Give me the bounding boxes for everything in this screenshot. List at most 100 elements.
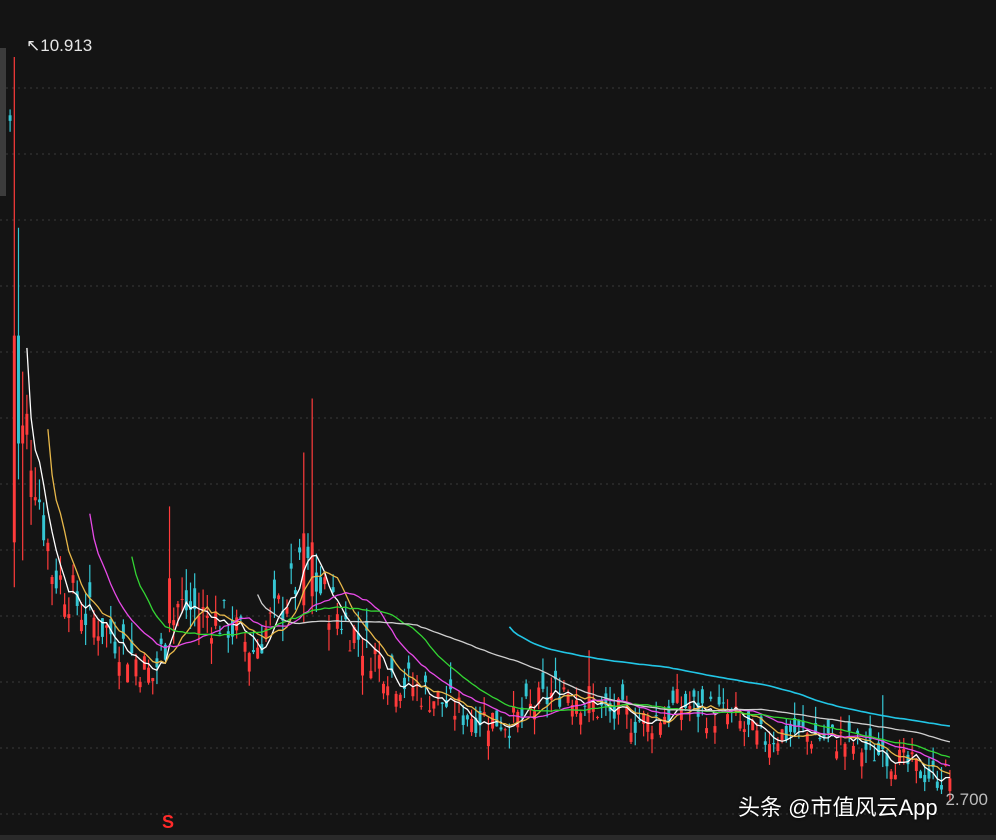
candle-body — [88, 582, 92, 598]
candle-body — [423, 675, 427, 683]
candle-body — [839, 732, 843, 734]
candle-body — [726, 714, 730, 725]
candle-body — [17, 335, 20, 444]
candle-body — [851, 745, 855, 754]
candle-body — [369, 670, 373, 679]
candle-body — [709, 696, 713, 699]
candle-body — [688, 706, 692, 709]
candle-body — [654, 715, 658, 717]
candle-body — [721, 702, 725, 704]
candle-body — [327, 623, 331, 630]
candle-body — [646, 716, 650, 732]
candle-body — [361, 655, 364, 676]
candle-body — [596, 716, 599, 718]
candle-body — [671, 690, 675, 703]
candle-body — [12, 335, 16, 543]
candle-body — [818, 737, 822, 740]
candle-body — [340, 628, 344, 630]
candle-body — [562, 687, 566, 690]
candle-body — [205, 615, 209, 619]
candle-body — [298, 547, 302, 553]
candle-body — [889, 771, 893, 780]
candle-body — [411, 687, 415, 697]
candle-body — [541, 672, 545, 689]
candle-body — [96, 636, 100, 641]
candle-body — [210, 638, 213, 644]
candle-body — [172, 620, 176, 626]
candle-body — [319, 577, 323, 594]
candle-body — [21, 425, 25, 444]
candle-body — [776, 743, 780, 752]
candle-body — [151, 678, 155, 682]
candle-body — [377, 655, 381, 669]
candle-body — [84, 613, 88, 626]
candle-body — [197, 615, 201, 634]
candle-body — [658, 722, 662, 735]
candle-body — [449, 679, 453, 690]
candle-body — [268, 612, 272, 614]
candle-body — [247, 653, 251, 672]
candle-body — [394, 693, 398, 707]
chart-grid — [0, 87, 996, 815]
candle-body — [29, 470, 33, 498]
candle-body — [243, 641, 247, 652]
candle-body — [256, 647, 260, 659]
candle-body — [772, 742, 776, 745]
candle-body — [742, 729, 746, 733]
candle-body — [440, 702, 444, 705]
candle-body — [180, 599, 184, 601]
candle-body — [902, 748, 906, 753]
candle-body — [218, 632, 222, 635]
candle-body — [419, 705, 423, 707]
candle-body — [222, 599, 226, 601]
candle-body — [583, 705, 587, 707]
candle-body — [612, 706, 616, 719]
candle-body — [386, 686, 390, 696]
candle-body — [914, 758, 918, 772]
candle-body — [277, 595, 281, 600]
candle-body — [768, 744, 771, 758]
candle-body — [705, 728, 709, 734]
candle-body — [495, 710, 499, 727]
candle-body — [621, 684, 625, 700]
candle-body — [637, 720, 641, 722]
candle-body — [453, 715, 457, 720]
candle-body — [675, 689, 679, 703]
candle-body — [893, 774, 897, 780]
candle-body — [910, 752, 914, 755]
candle-body — [428, 710, 432, 712]
candle-body — [306, 546, 310, 558]
candle-body — [184, 590, 188, 611]
candle-body — [755, 730, 759, 745]
scrollbar-thumb[interactable] — [0, 48, 6, 196]
candle-body — [503, 729, 507, 731]
candle-body — [700, 689, 704, 704]
candle-body — [113, 641, 117, 654]
candle-body — [92, 617, 96, 638]
candle-body — [63, 604, 67, 617]
candle-body — [293, 590, 297, 595]
candle-body — [940, 785, 943, 790]
candle-body — [79, 619, 83, 632]
candle-body — [847, 721, 851, 731]
candle-body — [919, 771, 923, 779]
candle-body — [843, 743, 847, 757]
candle-body — [67, 614, 71, 619]
candle-body — [507, 735, 511, 738]
candle-body — [138, 681, 142, 688]
candle-body — [516, 711, 520, 728]
bottom-scrollbar[interactable] — [0, 835, 996, 840]
candle-body — [486, 730, 490, 747]
candle-body — [780, 729, 784, 741]
candle-body — [159, 638, 163, 644]
ma-line-ma10 — [47, 429, 951, 775]
candle-body — [809, 744, 813, 749]
candle-body — [579, 713, 583, 725]
candle-body — [134, 659, 138, 677]
candle-body — [323, 577, 327, 585]
candle-body — [314, 572, 318, 592]
candle-body — [407, 662, 411, 669]
candle-body — [717, 696, 721, 705]
candle-body — [491, 712, 495, 729]
candle-body — [310, 542, 314, 597]
